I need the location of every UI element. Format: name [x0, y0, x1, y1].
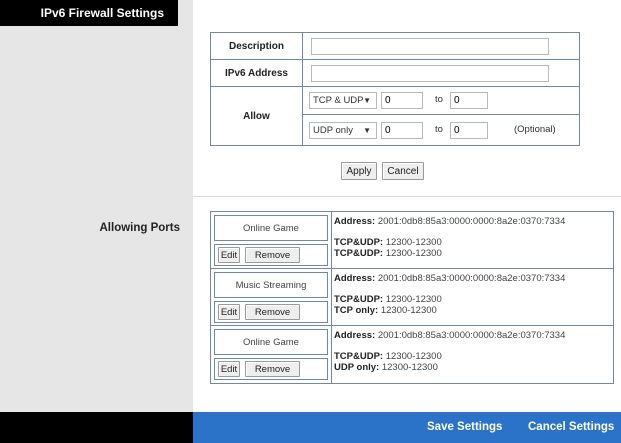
port-line-2-value: 12300-12300 [381, 362, 438, 373]
footer-bar: Save Settings Cancel Settings [193, 412, 621, 443]
optional-label: (Optional) [514, 124, 556, 135]
rule-address: Address: 2001:0db8:85a3:0000:0000:8a2e:0… [334, 216, 565, 227]
description-label: Description [211, 33, 303, 59]
remove-button[interactable]: Remove [245, 361, 300, 377]
rule-form: Description IPv6 Address Allow TCP & UDP… [210, 32, 580, 146]
rule-actions: Edit Remove [214, 244, 328, 266]
port-line-1-value: 12300-12300 [385, 237, 442, 248]
rules-table: Online Game Edit Remove Address: 2001:0d… [210, 211, 614, 384]
port-from-input-2[interactable] [381, 122, 423, 139]
to-label-1: to [435, 94, 443, 105]
port-line-2-value: 12300-12300 [380, 305, 437, 316]
address-value: 2001:0db8:85a3:0000:0000:8a2e:0370:7334 [377, 216, 566, 227]
port-line-1-label: TCP&UDP: [334, 237, 384, 248]
allow-row-2: UDP only ▼ to (Optional) [303, 115, 579, 145]
port-line-1-value: 12300-12300 [385, 351, 442, 362]
port-line-2-label: UDP only: [334, 362, 380, 373]
protocol-select-1[interactable]: TCP & UDP ▼ [309, 92, 377, 109]
rule-name: Online Game [214, 329, 328, 355]
section-title: IPv6 Firewall Settings [0, 0, 178, 26]
allow-row: Allow TCP & UDP ▼ to UDP only ▼ to (Opti… [211, 87, 579, 145]
ipv6-address-input[interactable] [311, 65, 549, 82]
edit-button[interactable]: Edit [218, 247, 240, 263]
divider [193, 196, 621, 197]
allow-row-1: TCP & UDP ▼ to [303, 87, 579, 115]
edit-button[interactable]: Edit [218, 304, 240, 320]
remove-button[interactable]: Remove [245, 304, 300, 320]
cancel-button[interactable]: Cancel [382, 162, 424, 180]
port-to-input-2[interactable] [450, 122, 488, 139]
ipv6-address-label: IPv6 Address [211, 60, 303, 86]
rule-actions: Edit Remove [214, 301, 328, 323]
allowing-ports-label: Allowing Ports [99, 222, 181, 234]
rule-row: Online Game Edit Remove Address: 2001:0d… [211, 326, 613, 383]
rule-row: Music Streaming Edit Remove Address: 200… [211, 269, 613, 326]
address-value: 2001:0db8:85a3:0000:0000:8a2e:0370:7334 [377, 330, 566, 341]
port-line-1-label: TCP&UDP: [334, 294, 384, 305]
port-from-input-1[interactable] [381, 92, 423, 109]
save-settings-button[interactable]: Save Settings [427, 412, 502, 443]
protocol-select-2[interactable]: UDP only ▼ [309, 122, 377, 139]
description-row: Description [211, 33, 579, 60]
rule-port-line-1: TCP&UDP: 12300-12300 [334, 237, 442, 248]
address-value: 2001:0db8:85a3:0000:0000:8a2e:0370:7334 [377, 273, 566, 284]
protocol-select-1-value: TCP & UDP [313, 95, 364, 106]
allow-label: Allow [211, 87, 303, 145]
rule-details: Address: 2001:0db8:85a3:0000:0000:8a2e:0… [332, 215, 610, 266]
to-label-2: to [435, 124, 443, 135]
rule-address: Address: 2001:0db8:85a3:0000:0000:8a2e:0… [334, 330, 565, 341]
sidebar: IPv6 Firewall Settings Allowing Ports [0, 0, 193, 443]
port-line-2-label: TCP only: [334, 305, 379, 316]
rule-details: Address: 2001:0db8:85a3:0000:0000:8a2e:0… [332, 329, 610, 380]
rule-details: Address: 2001:0db8:85a3:0000:0000:8a2e:0… [332, 272, 610, 323]
rule-name: Music Streaming [214, 272, 328, 298]
chevron-down-icon: ▼ [363, 96, 371, 105]
apply-button[interactable]: Apply [341, 162, 377, 180]
footer-left [0, 412, 193, 443]
rule-row: Online Game Edit Remove Address: 2001:0d… [211, 212, 613, 269]
edit-button[interactable]: Edit [218, 361, 240, 377]
rule-name: Online Game [214, 215, 328, 241]
port-line-1-label: TCP&UDP: [334, 351, 384, 362]
port-line-2-label: TCP&UDP: [334, 248, 384, 259]
rule-address: Address: 2001:0db8:85a3:0000:0000:8a2e:0… [334, 273, 565, 284]
address-label: Address: [334, 216, 376, 227]
sidebar-gap [178, 0, 193, 26]
address-label: Address: [334, 330, 376, 341]
protocol-select-2-value: UDP only [313, 125, 353, 136]
port-line-2-value: 12300-12300 [385, 248, 442, 259]
rule-actions: Edit Remove [214, 358, 328, 380]
address-label: Address: [334, 273, 376, 284]
port-line-1-value: 12300-12300 [385, 294, 442, 305]
main-content: Description IPv6 Address Allow TCP & UDP… [193, 0, 621, 443]
chevron-down-icon: ▼ [363, 126, 371, 135]
rule-port-line-1: TCP&UDP: 12300-12300 [334, 351, 442, 362]
rule-port-line-2: TCP only: 12300-12300 [334, 305, 437, 316]
rule-port-line-2: UDP only: 12300-12300 [334, 362, 438, 373]
description-input[interactable] [311, 38, 549, 55]
rule-port-line-1: TCP&UDP: 12300-12300 [334, 294, 442, 305]
cancel-settings-button[interactable]: Cancel Settings [528, 412, 614, 443]
rule-port-line-2: TCP&UDP: 12300-12300 [334, 248, 442, 259]
remove-button[interactable]: Remove [245, 247, 300, 263]
port-to-input-1[interactable] [450, 92, 488, 109]
ipv6-address-row: IPv6 Address [211, 60, 579, 87]
